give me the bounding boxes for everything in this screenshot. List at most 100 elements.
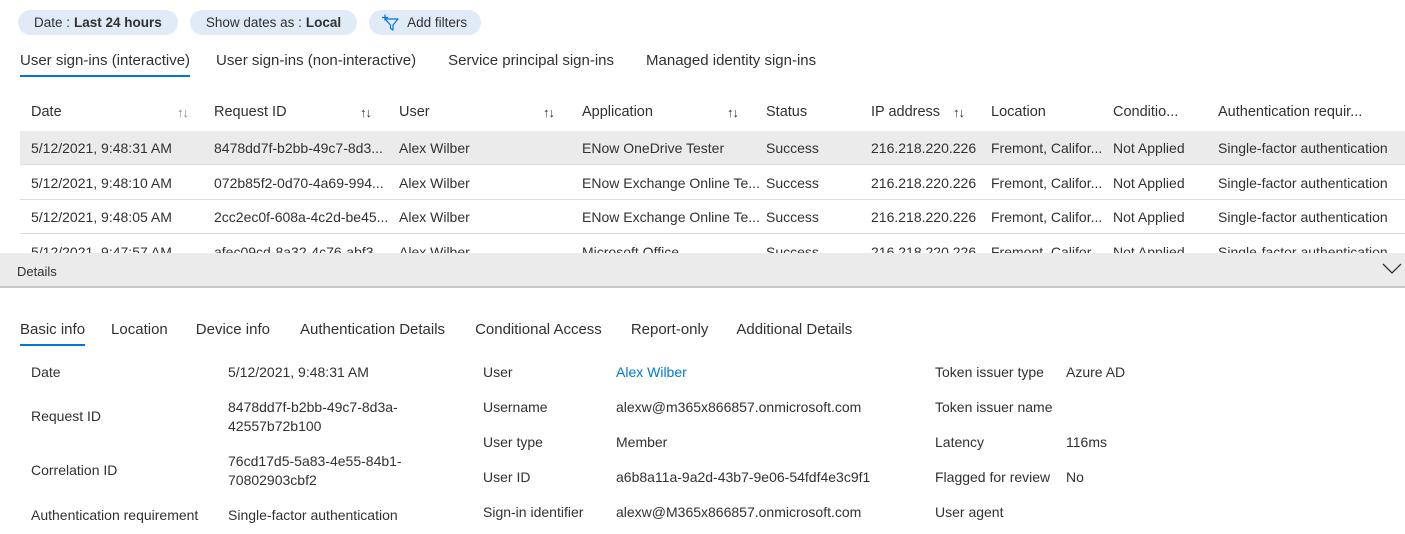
tab-conditional-access[interactable]: Conditional Access: [475, 321, 602, 344]
column-header-date[interactable]: Date: [31, 96, 62, 128]
correlation-id-value: 76cd17d5-5a83-4e55-84b1-70802903cbf2: [228, 453, 402, 488]
column-header-request-id[interactable]: Request ID: [214, 96, 287, 128]
cell-date: 5/12/2021, 9:48:31 AM: [31, 139, 172, 156]
sort-icon[interactable]: ↑↓: [177, 105, 189, 120]
filter-bar: Date : Last 24 hours Show dates as : Loc…: [18, 10, 482, 35]
show-dates-pill[interactable]: Show dates as : Local: [189, 10, 358, 35]
cell-request-id: 072b85f2-0d70-4a69-994...: [214, 174, 384, 191]
column-header-ip-address-label: IP address: [871, 104, 941, 120]
date-filter-label: Date :: [34, 15, 71, 30]
tab-authentication-details[interactable]: Authentication Details: [300, 321, 445, 344]
column-header-status[interactable]: Status: [766, 96, 807, 128]
cell-user: Alex Wilber: [399, 208, 470, 225]
cell-application: ENow Exchange Online Te...: [582, 208, 760, 225]
cell-application: ENow Exchange Online Te...: [582, 174, 760, 191]
token-issuer-type-value: Azure AD: [1066, 364, 1126, 380]
sort-icon[interactable]: ↑↓: [727, 105, 739, 120]
tab-report-only[interactable]: Report-only: [631, 321, 709, 344]
signin-type-tabs: User sign-ins (interactive) User sign-in…: [20, 52, 816, 77]
user-id-value: a6b8a11a-9a2d-43b7-9e06-54fdf4e3c9f1: [616, 469, 871, 485]
table-header-row: Date ↑↓ Request ID ↑↓ User ↑↓ Applicatio…: [20, 96, 1405, 128]
user-id-label: User ID: [483, 469, 531, 485]
cell-ip-address: 216.218.220.226: [871, 174, 977, 191]
cell-status: Success: [766, 174, 819, 191]
cell-location: Fremont, Califor...: [991, 139, 1103, 156]
cell-date: 5/12/2021, 9:48:05 AM: [31, 208, 172, 225]
column-header-status-label: Status: [766, 104, 808, 120]
flagged-for-review-value: No: [1066, 469, 1084, 485]
cell-application: ENow OneDrive Tester: [582, 139, 725, 156]
sort-icon[interactable]: ↑↓: [360, 105, 372, 120]
date-value: 5/12/2021, 9:48:31 AM: [228, 364, 369, 380]
sort-icon[interactable]: ↑↓: [543, 105, 555, 120]
token-issuer-type-label: Token issuer type: [935, 364, 1044, 380]
cell-conditional-access: Not Applied: [1113, 243, 1185, 254]
chevron-down-icon[interactable]: [1381, 261, 1403, 277]
cell-authentication-requirement: Single-factor authentication: [1218, 243, 1388, 254]
show-dates-label: Show dates as :: [205, 15, 302, 30]
column-header-date-label: Date: [31, 104, 62, 120]
tab-user-signins-non-interactive[interactable]: User sign-ins (non-interactive): [216, 52, 416, 75]
column-header-authentication-requirement-label: Authentication requir...: [1218, 104, 1363, 120]
tab-device-info[interactable]: Device info: [196, 321, 270, 344]
show-dates-value: Local: [305, 15, 342, 30]
cell-conditional-access: Not Applied: [1113, 139, 1185, 156]
date-filter-pill[interactable]: Date : Last 24 hours: [18, 10, 178, 35]
cell-user: Alex Wilber: [399, 139, 470, 156]
tab-basic-info[interactable]: Basic info: [20, 321, 86, 346]
column-header-user-label: User: [399, 104, 430, 120]
cell-date: 5/12/2021, 9:48:10 AM: [31, 174, 172, 191]
details-panel-header[interactable]: Details: [0, 253, 1405, 288]
cell-authentication-requirement: Single-factor authentication: [1218, 139, 1388, 156]
column-header-request-id-label: Request ID: [214, 104, 287, 120]
column-header-location[interactable]: Location: [991, 96, 1046, 128]
sort-icon[interactable]: ↑↓: [953, 105, 965, 120]
column-header-authentication-requirement[interactable]: Authentication requir...: [1218, 96, 1362, 128]
cell-location: Fremont, Califor...: [991, 208, 1103, 225]
tab-managed-identity-signins[interactable]: Managed identity sign-ins: [646, 52, 816, 75]
column-header-application[interactable]: Application: [582, 96, 653, 128]
tab-additional-details[interactable]: Additional Details: [736, 321, 852, 344]
username-value: alexw@m365x866857.onmicrosoft.com: [616, 399, 862, 415]
tab-location[interactable]: Location: [111, 321, 168, 344]
cell-location: Fremont, Califor...: [991, 174, 1103, 191]
column-header-location-label: Location: [991, 104, 1046, 120]
cell-conditional-access: Not Applied: [1113, 208, 1185, 225]
cell-request-id: 8478dd7f-b2bb-49c7-8d3...: [214, 139, 383, 156]
username-label: Username: [483, 399, 548, 415]
cell-user: Alex Wilber: [399, 243, 470, 254]
user-link[interactable]: Alex Wilber: [616, 364, 687, 380]
table-row[interactable]: 5/12/2021, 9:48:31 AM 8478dd7f-b2bb-49c7…: [20, 131, 1405, 165]
table-row[interactable]: 5/12/2021, 9:47:57 AM afec09cd-8a32-4c76…: [20, 235, 1405, 254]
table-row[interactable]: 5/12/2021, 9:48:05 AM 2cc2ec0f-608a-4c2d…: [20, 200, 1405, 234]
column-header-ip-address[interactable]: IP address: [871, 96, 940, 128]
cell-request-id: 2cc2ec0f-608a-4c2d-be45...: [214, 208, 389, 225]
add-filters-button[interactable]: Add filters: [369, 10, 482, 35]
cell-ip-address: 216.218.220.226: [871, 139, 977, 156]
tab-service-principal-signins[interactable]: Service principal sign-ins: [448, 52, 614, 75]
cell-status: Success: [766, 208, 819, 225]
column-header-application-label: Application: [582, 104, 653, 120]
request-id-value: 8478dd7f-b2bb-49c7-8d3a-42557b72b100: [228, 399, 398, 434]
sign-in-identifier-value: alexw@M365x866857.onmicrosoft.com: [616, 504, 862, 520]
cell-request-id: afec09cd-8a32-4c76-abf3...: [214, 243, 386, 254]
cell-user: Alex Wilber: [399, 174, 470, 191]
date-filter-value: Last 24 hours: [74, 15, 162, 30]
details-title: Details: [17, 264, 57, 279]
tab-user-signins-interactive[interactable]: User sign-ins (interactive): [20, 52, 191, 77]
column-header-conditional-access[interactable]: Conditio...: [1113, 96, 1178, 128]
table-row[interactable]: 5/12/2021, 9:48:10 AM 072b85f2-0d70-4a69…: [20, 166, 1405, 200]
add-filters-label: Add filters: [407, 15, 468, 30]
cell-conditional-access: Not Applied: [1113, 174, 1185, 191]
user-type-label: User type: [483, 434, 543, 450]
column-header-user[interactable]: User: [399, 96, 430, 128]
date-label: Date: [31, 364, 61, 380]
cell-status: Success: [766, 243, 819, 254]
cell-authentication-requirement: Single-factor authentication: [1218, 174, 1388, 191]
latency-value: 116ms: [1066, 434, 1107, 450]
cell-ip-address: 216.218.220.226: [871, 208, 977, 225]
sign-in-identifier-label: Sign-in identifier: [483, 504, 584, 520]
cell-date: 5/12/2021, 9:47:57 AM: [31, 243, 172, 254]
request-id-label: Request ID: [31, 408, 102, 424]
user-label: User: [483, 364, 513, 380]
